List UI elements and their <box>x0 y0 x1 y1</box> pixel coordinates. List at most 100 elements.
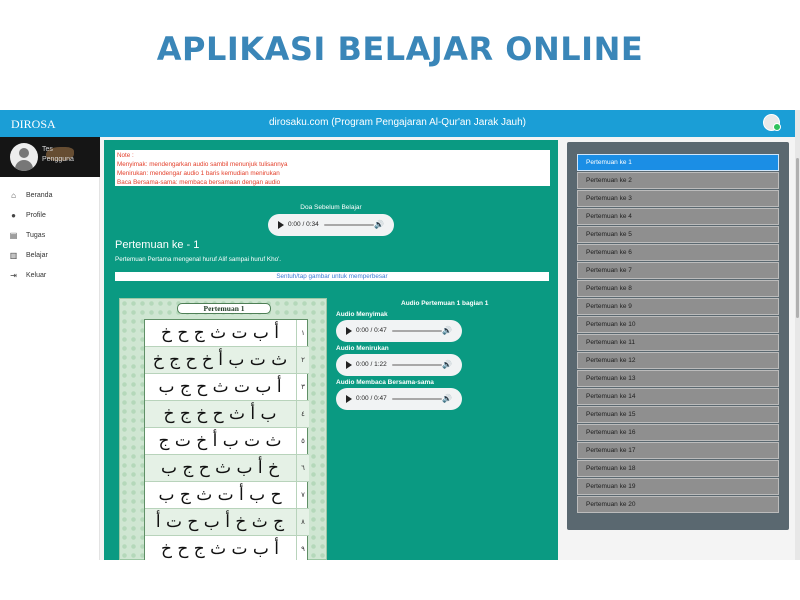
tap-hint-link[interactable]: Sentuh/tap gambar untuk memperbesar <box>115 272 549 281</box>
book-icon: ▥ <box>9 251 18 260</box>
row-number: ٥ <box>296 428 309 455</box>
note-line: Baca Bersama-sama: membaca bersamaan den… <box>117 179 281 186</box>
menirukan-audio-player[interactable]: 0:00 / 1:22 🔊 <box>336 354 462 376</box>
audio-progress-track[interactable] <box>392 364 442 366</box>
letter-row-text: أ ب ت ث ج ح خ <box>160 323 280 343</box>
row-number: ٨ <box>296 509 309 536</box>
scrollbar-thumb[interactable] <box>796 158 799 318</box>
sidebar-item-belajar[interactable]: ▥ Belajar <box>0 248 99 264</box>
meeting-item[interactable]: Pertemuan ke 2 <box>577 172 779 189</box>
meeting-item[interactable]: Pertemuan ke 5 <box>577 226 779 243</box>
letter-row: خ أ ب ث ح ج ب ٦ <box>145 455 309 482</box>
main-content: Note : Menyimak: mendengarkan audio samb… <box>104 140 558 560</box>
letter-row-text: خ أ ب ث ح ج ب <box>160 458 280 478</box>
hero-title: APLIKASI BELAJAR ONLINE <box>156 30 644 68</box>
lesson-title: Pertemuan ke - 1 <box>115 239 200 251</box>
sidebar-item-tugas[interactable]: ▤ Tugas <box>0 228 99 244</box>
audio-time: 0:00 / 0:47 <box>356 395 387 402</box>
audio-progress-track[interactable] <box>392 330 442 332</box>
meeting-item[interactable]: Pertemuan ke 6 <box>577 244 779 261</box>
sidebar: Tes Pengguna ⌂ Beranda ● Profile ▤ Tugas… <box>0 137 100 560</box>
play-icon[interactable] <box>346 327 352 335</box>
letter-row: ج ث خ أ ب ح ت أ ٨ <box>145 509 309 536</box>
letter-row-text: ث ت ب أ خ ح ج خ <box>152 350 288 370</box>
app-window: DIROSA dirosaku.com (Program Pengajaran … <box>0 110 795 560</box>
note-line: Note : <box>117 152 134 159</box>
sidebar-item-keluar[interactable]: ⇥ Keluar <box>0 268 99 284</box>
meeting-list-panel: Pertemuan ke 1 Pertemuan ke 2 Pertemuan … <box>567 142 789 530</box>
menyimak-audio-player[interactable]: 0:00 / 0:47 🔊 <box>336 320 462 342</box>
meeting-item[interactable]: Pertemuan ke 17 <box>577 442 779 459</box>
home-icon: ⌂ <box>11 191 16 200</box>
profile-name-last: Pengguna <box>42 156 74 163</box>
letter-row-text: أ ب ت ث ح ج ب <box>158 377 282 397</box>
logout-icon: ⇥ <box>10 271 17 280</box>
meeting-item[interactable]: Pertemuan ke 7 <box>577 262 779 279</box>
play-icon[interactable] <box>346 395 352 403</box>
audio-progress-track[interactable] <box>324 224 374 226</box>
audio-progress-track[interactable] <box>392 398 442 400</box>
meeting-item[interactable]: Pertemuan ke 9 <box>577 298 779 315</box>
meeting-item[interactable]: Pertemuan ke 14 <box>577 388 779 405</box>
row-number: ٩ <box>296 536 309 560</box>
audio-label: Audio Menirukan <box>336 345 389 352</box>
row-number: ٧ <box>296 482 309 509</box>
row-number: ١ <box>296 320 309 347</box>
sidebar-item-profile[interactable]: ● Profile <box>0 208 99 224</box>
screenshot: APLIKASI BELAJAR ONLINE DIROSA dirosaku.… <box>0 0 800 600</box>
meeting-item[interactable]: Pertemuan ke 10 <box>577 316 779 333</box>
lesson-card-image[interactable]: Pertemuan 1 أ ب ت ث ج ح خ ١ ث ت ب أ خ ح … <box>119 298 327 560</box>
meeting-item[interactable]: Pertemuan ke 15 <box>577 406 779 423</box>
tasks-icon: ▤ <box>9 231 18 240</box>
meeting-item[interactable]: Pertemuan ke 18 <box>577 460 779 477</box>
letter-row: ث ت ب أ خ ت ج ٥ <box>145 428 309 455</box>
letter-row-text: ج ث خ أ ب ح ت أ <box>155 512 285 532</box>
meeting-item[interactable]: Pertemuan ke 16 <box>577 424 779 441</box>
meeting-item[interactable]: Pertemuan ke 4 <box>577 208 779 225</box>
bersama-audio-player[interactable]: 0:00 / 0:47 🔊 <box>336 388 462 410</box>
volume-icon[interactable]: 🔊 <box>374 220 384 230</box>
letter-row: أ ب ت ث ج ح خ ١ <box>145 320 309 347</box>
meeting-item[interactable]: Pertemuan ke 12 <box>577 352 779 369</box>
sidebar-item-label: Tugas <box>26 232 46 239</box>
letter-grid: أ ب ت ث ج ح خ ١ ث ت ب أ خ ح ج خ ٢ أ ب ت … <box>144 319 309 560</box>
meeting-item[interactable]: Pertemuan ke 13 <box>577 370 779 387</box>
row-number: ٦ <box>296 455 309 482</box>
sidebar-item-label: Belajar <box>26 252 48 259</box>
doa-audio-player[interactable]: 0:00 / 0:34 🔊 <box>268 214 394 236</box>
doa-title: Doa Sebelum Belajar <box>300 204 362 211</box>
letter-row: أ ب ت ث ج ح خ ٩ <box>145 536 309 560</box>
audio-time: 0:00 / 1:22 <box>356 361 387 368</box>
page-scrollbar[interactable] <box>795 110 800 560</box>
volume-icon[interactable]: 🔊 <box>442 326 452 336</box>
sidebar-item-label: Keluar <box>26 272 47 279</box>
row-number: ٢ <box>296 347 309 374</box>
user-avatar-icon[interactable] <box>763 114 781 131</box>
play-icon[interactable] <box>278 221 284 229</box>
meeting-item[interactable]: Pertemuan ke 3 <box>577 190 779 207</box>
letter-row: ح ب أ ت ث ج ب ٧ <box>145 482 309 509</box>
audio-label: Audio Menyimak <box>336 311 388 318</box>
meeting-item[interactable]: Pertemuan ke 8 <box>577 280 779 297</box>
meeting-item[interactable]: Pertemuan ke 19 <box>577 478 779 495</box>
letter-row-text: أ ب ت ث ج ح خ <box>160 539 280 559</box>
card-label: Pertemuan 1 <box>177 303 271 314</box>
audio-time: 0:00 / 0:47 <box>356 327 387 334</box>
row-number: ٣ <box>296 374 309 401</box>
meeting-item[interactable]: Pertemuan ke 20 <box>577 496 779 513</box>
meeting-item[interactable]: Pertemuan ke 11 <box>577 334 779 351</box>
instruction-note: Note : Menyimak: mendengarkan audio samb… <box>115 150 550 186</box>
volume-icon[interactable]: 🔊 <box>442 394 452 404</box>
volume-icon[interactable]: 🔊 <box>442 360 452 370</box>
avatar[interactable] <box>10 143 38 171</box>
top-bar: DIROSA dirosaku.com (Program Pengajaran … <box>0 110 795 137</box>
audio-section-title: Audio Pertemuan 1 bagian 1 <box>401 300 489 307</box>
site-title: dirosaku.com (Program Pengajaran Al-Qur'… <box>268 117 527 128</box>
sidebar-item-label: Profile <box>26 212 46 219</box>
person-icon: ● <box>11 211 16 220</box>
sidebar-item-beranda[interactable]: ⌂ Beranda <box>0 188 99 204</box>
play-icon[interactable] <box>346 361 352 369</box>
meeting-item[interactable]: Pertemuan ke 1 <box>577 154 779 171</box>
letter-row: أ ب ت ث ح ج ب ٣ <box>145 374 309 401</box>
letter-row-text: ب أ ث ح خ ج خ <box>163 404 277 424</box>
